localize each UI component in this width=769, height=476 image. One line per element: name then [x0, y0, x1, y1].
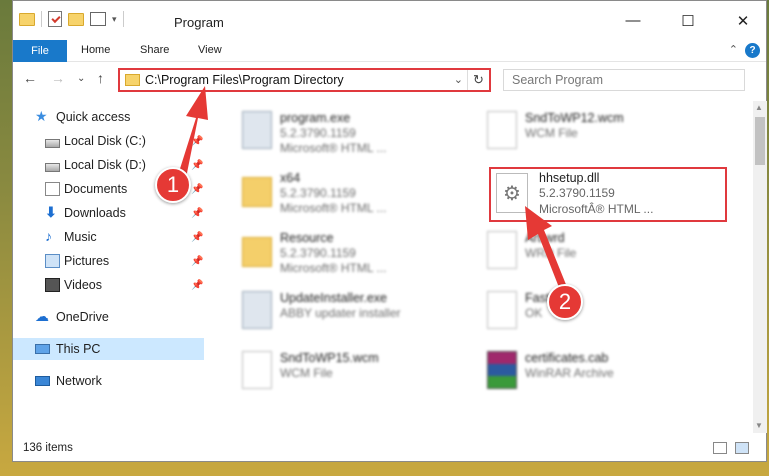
annotation-arrows — [178, 86, 567, 290]
arrow-2 — [525, 206, 567, 290]
arrow-1 — [178, 86, 208, 178]
step-2-badge: 2 — [547, 284, 583, 320]
step-1-badge: 1 — [155, 167, 191, 203]
